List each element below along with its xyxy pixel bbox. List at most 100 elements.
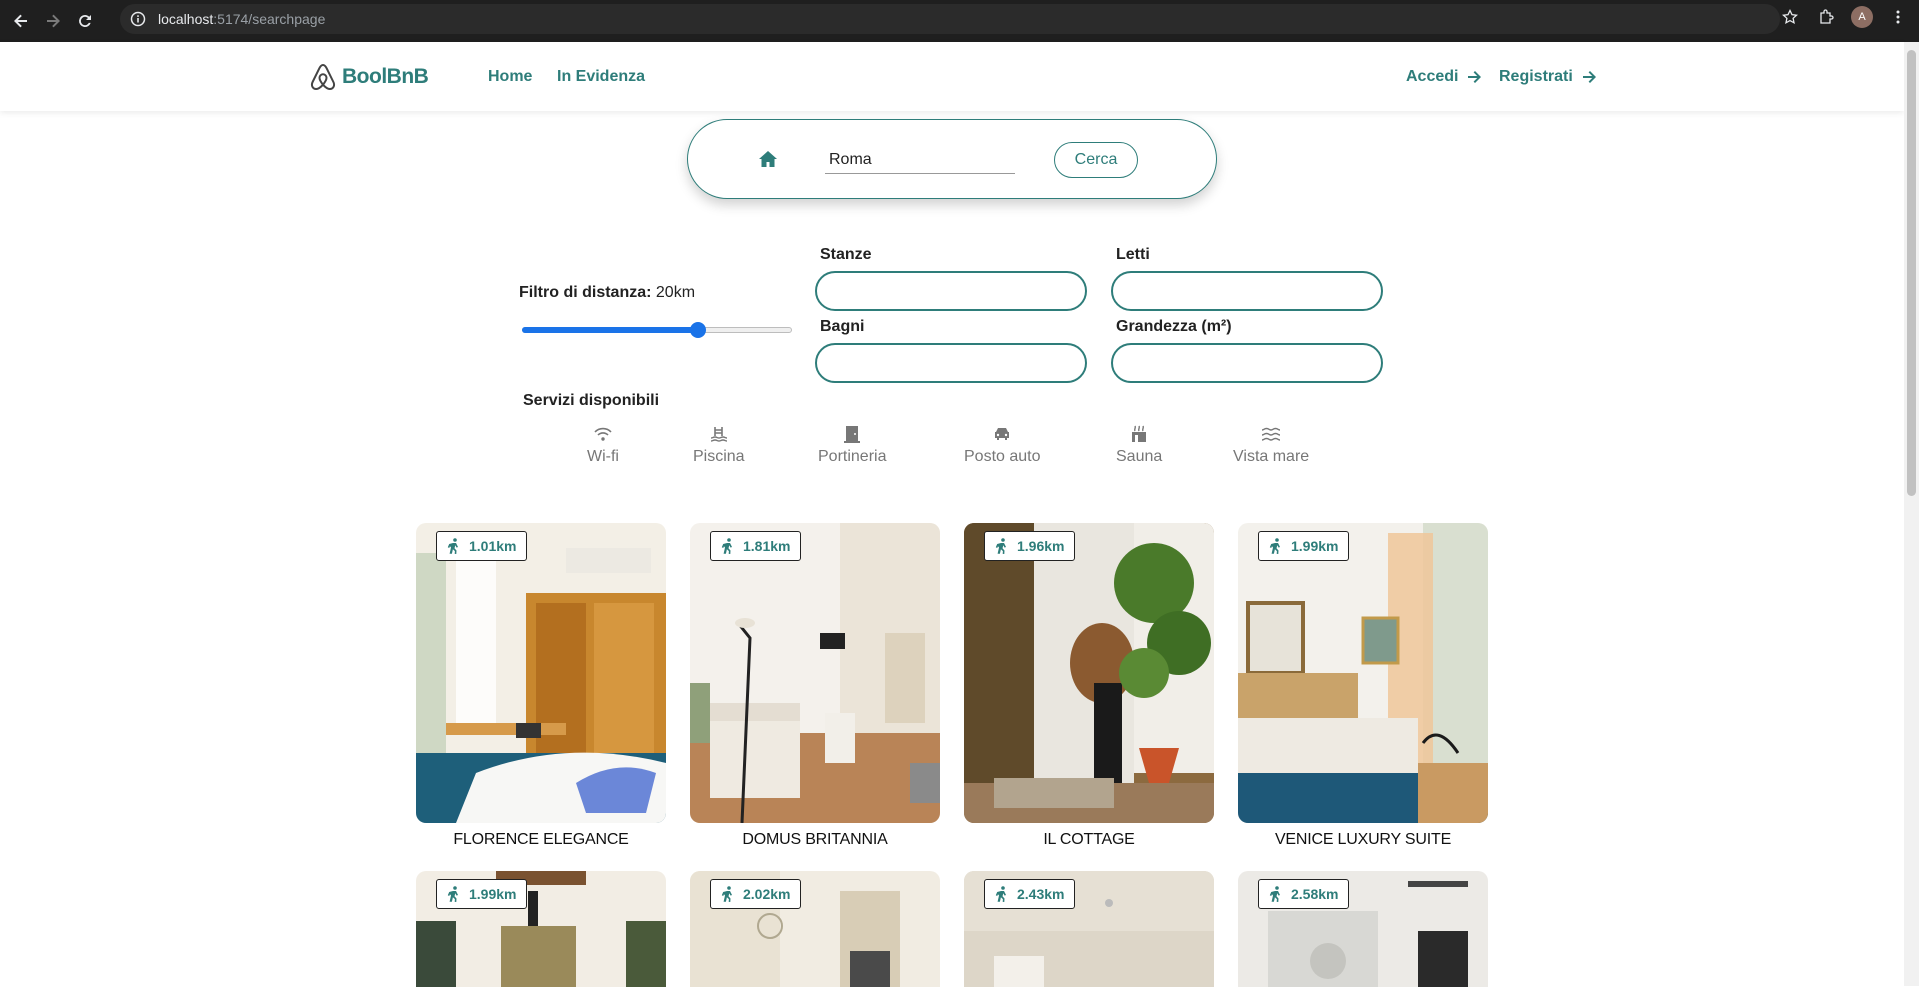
distance-text: 2.43km [1017,886,1065,902]
distance-badge: 1.99km [1258,531,1350,561]
services-title: Servizi disponibili [523,392,660,409]
service-pool[interactable]: Piscina [693,424,745,466]
bathrooms-label: Bagni [820,318,865,335]
pool-icon [710,427,727,442]
listing-photo[interactable]: 2.58km [1238,871,1488,987]
listing-title[interactable]: IL COTTAGE [964,831,1214,849]
listing-card[interactable]: 1.99km VENICE LUXURY SUITE [1238,523,1488,849]
listing-card[interactable]: 2.58km [1238,871,1488,987]
walking-icon [1269,538,1280,554]
listing-card[interactable]: 1.96km IL COTTAGE [964,523,1214,849]
distance-value: 20km [655,284,696,301]
listing-card[interactable]: 2.43km [964,871,1214,987]
service-sauna[interactable]: Sauna [1116,424,1162,466]
size-input[interactable] [1111,343,1383,383]
walking-icon [447,886,458,902]
sauna-icon [1132,425,1147,442]
menu-kebab-icon[interactable] [1887,6,1909,28]
bookmark-star-icon[interactable] [1779,6,1801,28]
size-label: Grandezza (m²) [1116,318,1232,335]
door-icon [844,426,861,443]
distance-text: 1.99km [1291,538,1339,554]
service-wifi[interactable]: Wi-fi [587,424,619,466]
distance-badge: 2.58km [1258,879,1350,909]
address-bar[interactable]: localhost:5174/searchpage [120,4,1780,34]
search-button[interactable]: Cerca [1054,142,1138,178]
service-label: Sauna [1116,448,1163,465]
listing-photo[interactable]: 1.96km [964,523,1214,823]
logo-text: BoolBnB [342,65,429,88]
listing-title[interactable]: VENICE LUXURY SUITE [1238,831,1488,849]
url-text: localhost:5174/searchpage [158,11,326,27]
distance-text: 2.58km [1291,886,1339,902]
beds-input[interactable] [1111,271,1383,311]
site-header: BoolBnB Home In Evidenza Accedi Registra… [0,42,1904,111]
browser-toolbar: localhost:5174/searchpage A [0,0,1919,42]
register-label: Registrati [1499,68,1573,85]
search-bar: Cerca [687,119,1217,199]
service-sea-view[interactable]: Vista mare [1233,424,1309,466]
home-icon[interactable] [758,150,778,168]
forward-icon[interactable] [42,10,64,32]
login-link[interactable]: Accedi [1406,68,1482,86]
service-label: Vista mare [1233,448,1310,465]
distance-slider[interactable] [522,322,792,338]
service-label: Wi-fi [587,448,619,465]
slider-thumb[interactable] [689,322,706,338]
search-input[interactable] [825,146,1015,174]
listing-card[interactable]: 1.81km DOMUS BRITANNIA [690,523,940,849]
distance-text: 1.81km [743,538,791,554]
logo[interactable]: BoolBnB [308,62,429,92]
walking-icon [721,886,732,902]
login-label: Accedi [1406,68,1459,85]
site-info-icon[interactable] [130,11,146,27]
register-link[interactable]: Registrati [1499,68,1597,86]
profile-avatar[interactable]: A [1851,6,1873,28]
service-label: Piscina [693,448,745,465]
distance-badge: 1.99km [436,879,528,909]
listing-card[interactable]: 1.01km FLORENCE ELEGANCE [416,523,666,849]
page-scrollbar[interactable] [1904,42,1919,986]
extensions-icon[interactable] [1815,6,1837,28]
listing-photo[interactable]: 1.81km [690,523,940,823]
nav-in-evidenza[interactable]: In Evidenza [557,68,645,86]
listing-title[interactable]: DOMUS BRITANNIA [690,831,940,849]
listing-photo[interactable]: 2.02km [690,871,940,987]
service-concierge[interactable]: Portineria [818,424,886,466]
wifi-icon [594,427,612,441]
scrollbar-thumb[interactable] [1907,50,1916,496]
service-label: Posto auto [964,448,1041,465]
car-icon [995,428,1010,440]
walking-icon [995,538,1006,554]
distance-badge: 1.96km [984,531,1076,561]
service-label: Portineria [818,448,887,465]
airbnb-logo-icon [310,63,336,91]
listing-photo[interactable]: 2.43km [964,871,1214,987]
listing-card[interactable]: 1.99km [416,871,666,987]
distance-badge: 1.81km [710,531,802,561]
back-icon[interactable] [10,10,32,32]
rooms-input[interactable] [815,271,1087,311]
arrow-right-icon [1468,71,1482,83]
distance-text: 1.01km [469,538,517,554]
distance-badge: 1.01km [436,531,528,561]
walking-icon [447,538,458,554]
nav-home[interactable]: Home [488,68,532,86]
listing-photo[interactable]: 1.99km [1238,523,1488,823]
listing-photo[interactable]: 1.01km [416,523,666,823]
listing-card[interactable]: 2.02km [690,871,940,987]
listing-photo[interactable]: 1.99km [416,871,666,987]
distance-text: 1.96km [1017,538,1065,554]
beds-label: Letti [1116,246,1150,263]
walking-icon [995,886,1006,902]
bathrooms-input[interactable] [815,343,1087,383]
walking-icon [721,538,732,554]
waves-icon [1262,427,1281,441]
listing-title[interactable]: FLORENCE ELEGANCE [416,831,666,849]
distance-badge: 2.02km [710,879,802,909]
reload-icon[interactable] [74,10,96,32]
distance-text: 2.02km [743,886,791,902]
distance-text: 1.99km [469,886,517,902]
service-parking[interactable]: Posto auto [964,424,1041,466]
distance-filter-label: Filtro di distanza: 20km [519,284,696,301]
